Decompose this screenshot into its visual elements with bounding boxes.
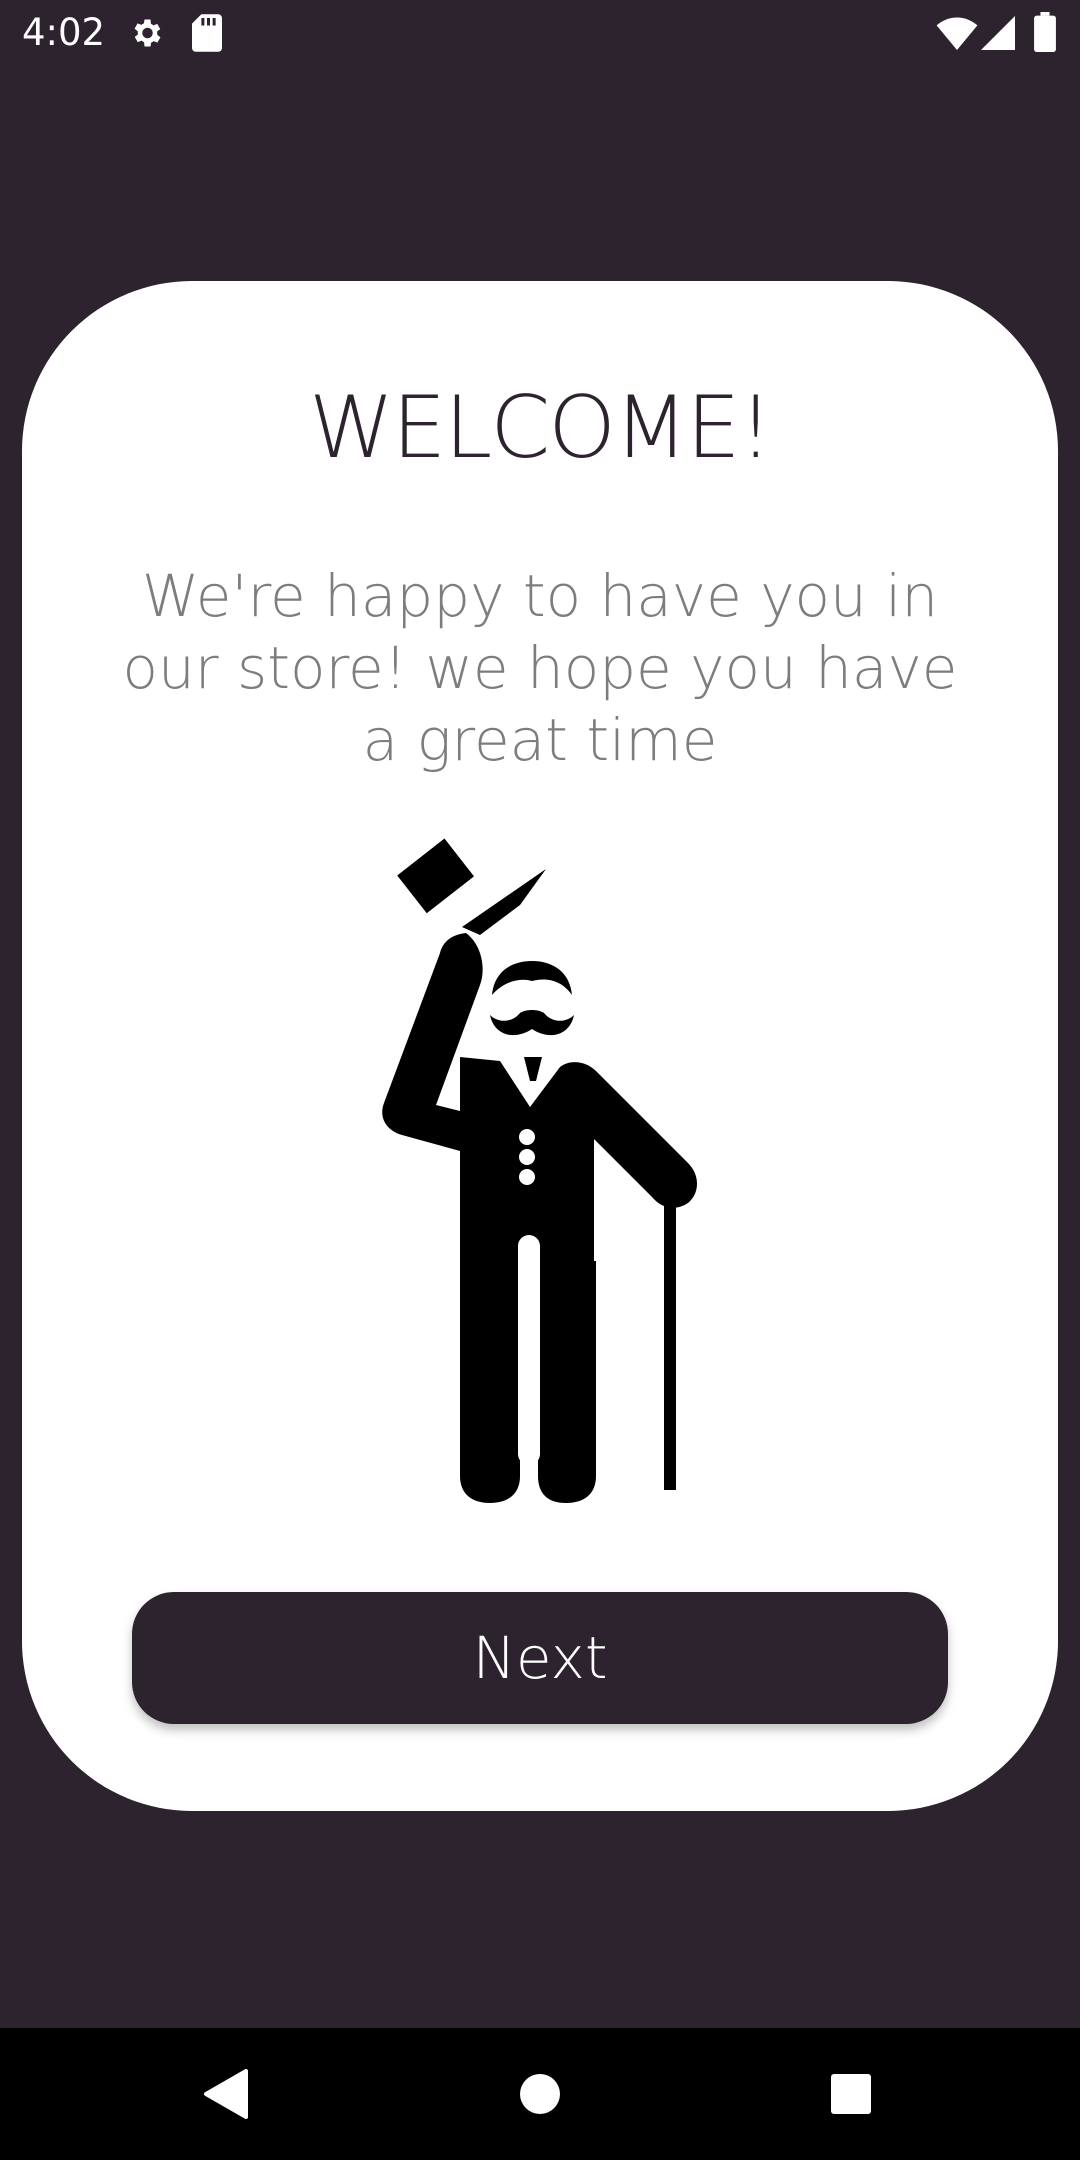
status-time: 4:02 — [22, 11, 106, 54]
navigation-bar — [0, 2028, 1080, 2160]
sd-card-icon — [192, 14, 222, 57]
home-icon — [520, 2074, 560, 2114]
recents-button[interactable] — [786, 2028, 916, 2160]
wifi-icon — [936, 16, 978, 55]
recents-icon — [831, 2074, 871, 2114]
next-button[interactable]: Next — [132, 1592, 948, 1724]
signal-icon — [980, 16, 1016, 55]
back-button[interactable] — [160, 2028, 290, 2160]
welcome-message: We're happy to have you in our store! we… — [122, 562, 958, 774]
back-icon — [204, 2069, 248, 2119]
welcome-screen: 4:02 WELCOME! We're happy to have you in… — [0, 0, 1080, 2160]
home-button[interactable] — [475, 2028, 605, 2160]
gentleman-tipping-hat-icon — [370, 835, 710, 1505]
battery-icon — [1034, 12, 1056, 57]
status-bar: 4:02 — [0, 0, 1080, 66]
gear-icon — [128, 14, 164, 57]
page-title: WELCOME! — [308, 378, 773, 478]
